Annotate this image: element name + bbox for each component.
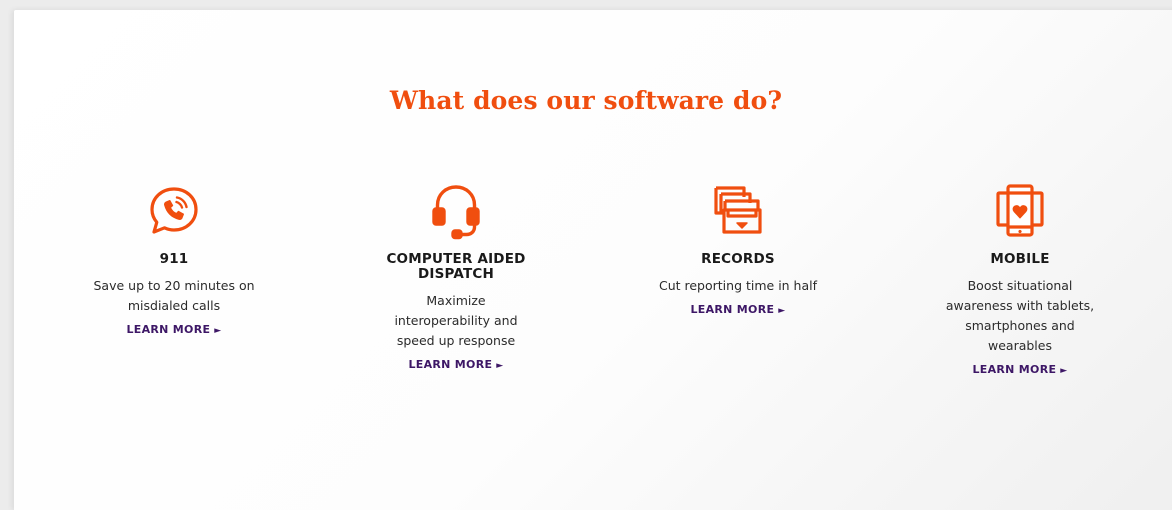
feature-title: RECORDS bbox=[701, 251, 775, 267]
learn-more-label: LEARN MORE bbox=[972, 363, 1057, 376]
learn-more-911-link[interactable]: LEARN MORE ► bbox=[126, 323, 221, 336]
feature-description: Cut reporting time in half bbox=[658, 278, 818, 293]
learn-more-records-link[interactable]: LEARN MORE ► bbox=[690, 303, 785, 316]
play-arrow-icon: ► bbox=[1060, 366, 1068, 376]
headset-icon bbox=[429, 183, 483, 246]
file-drawer-icon bbox=[712, 183, 764, 242]
feature-description: Save up to 20 minutes on misdialed calls bbox=[93, 278, 255, 313]
learn-more-label: LEARN MORE bbox=[126, 323, 211, 336]
feature-description: Maximize interoperability and speed up r… bbox=[394, 293, 518, 348]
feature-records: RECORDS Cut reporting time in half LEARN… bbox=[618, 183, 858, 318]
feature-title: MOBILE bbox=[990, 251, 1050, 267]
mobile-devices-icon bbox=[994, 183, 1046, 244]
learn-more-cad-link[interactable]: LEARN MORE ► bbox=[408, 358, 503, 371]
phone-chat-bubble-icon bbox=[147, 183, 201, 242]
learn-more-label: LEARN MORE bbox=[408, 358, 493, 371]
feature-title: COMPUTER AIDED DISPATCH bbox=[386, 251, 526, 282]
feature-mobile: MOBILE Boost situational awareness with … bbox=[900, 183, 1140, 378]
learn-more-label: LEARN MORE bbox=[690, 303, 775, 316]
feature-911: 911 Save up to 20 minutes on misdialed c… bbox=[54, 183, 294, 338]
feature-title: 911 bbox=[159, 251, 189, 267]
learn-more-mobile-link[interactable]: LEARN MORE ► bbox=[972, 363, 1067, 376]
feature-computer-aided-dispatch: COMPUTER AIDED DISPATCH Maximize interop… bbox=[336, 183, 576, 373]
play-arrow-icon: ► bbox=[496, 361, 504, 371]
section-headline: What does our software do? bbox=[389, 86, 783, 115]
feature-description: Boost situational awareness with tablets… bbox=[945, 278, 1095, 353]
play-arrow-icon: ► bbox=[214, 326, 222, 336]
play-arrow-icon: ► bbox=[778, 306, 786, 316]
